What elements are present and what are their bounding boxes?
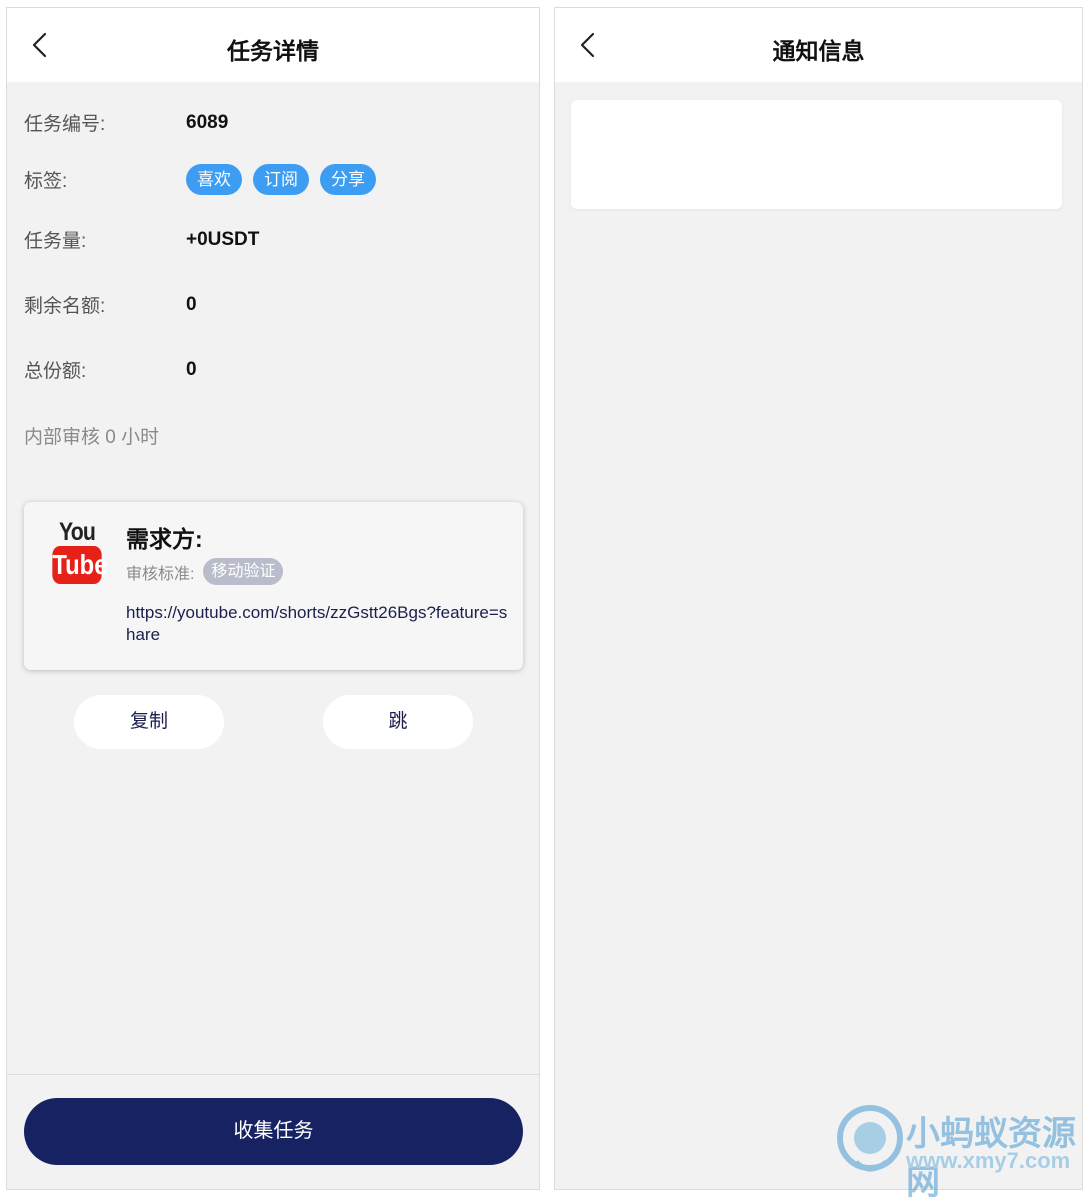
review-note: 内部审核 0 小时 <box>24 427 160 448</box>
youtube-logo: You Tube <box>46 518 108 584</box>
requester-card: You Tube 需求方: 审核标准: 移动验证 https://youtube… <box>24 502 523 670</box>
task-detail-screen: 任务详情 任务编号: 6089 标签: 喜欢 订阅 分享 任务量: +0USDT… <box>6 7 540 1190</box>
tag-like: 喜欢 <box>186 164 242 195</box>
page-title: 任务详情 <box>227 38 319 64</box>
total-label: 总份额: <box>24 361 87 382</box>
task-amount-row: 任务量: +0USDT <box>24 226 259 253</box>
total-row: 总份额: 0 <box>24 356 197 383</box>
youtube-logo-tube: Tube <box>52 546 107 584</box>
task-link[interactable]: https://youtube.com/shorts/zzGstt26Bgs?f… <box>126 602 510 646</box>
page-title: 通知信息 <box>772 38 865 64</box>
review-standard-label: 审核标准: <box>126 565 195 583</box>
review-standard: 审核标准: 移动验证 <box>126 558 284 585</box>
tags-label: 标签: <box>24 171 68 192</box>
task-id-value: 6089 <box>186 111 229 133</box>
copy-button[interactable]: 复制 <box>74 695 224 749</box>
tag-list: 喜欢 订阅 分享 <box>186 164 376 195</box>
notification-screen: 通知信息 <box>554 7 1083 1190</box>
task-amount-label: 任务量: <box>24 231 87 252</box>
tag-subscribe: 订阅 <box>253 164 309 195</box>
task-id-label: 任务编号: <box>24 114 106 135</box>
tags-row: 标签: 喜欢 订阅 分享 <box>24 164 376 195</box>
watermark-url: www.xmy7.com <box>906 1148 1071 1173</box>
notification-header: 通知信息 <box>555 8 1082 82</box>
task-id-row: 任务编号: 6089 <box>24 109 228 136</box>
footer-divider <box>7 1074 539 1075</box>
jump-button[interactable]: 跳 <box>323 695 473 749</box>
remaining-label: 剩余名额: <box>24 296 106 317</box>
requester-title: 需求方: <box>126 526 203 552</box>
watermark-logo-icon <box>837 1105 903 1172</box>
remaining-row: 剩余名额: 0 <box>24 291 197 318</box>
task-amount-value: +0USDT <box>186 228 260 250</box>
youtube-logo-you: You <box>58 518 96 546</box>
total-value: 0 <box>186 358 197 380</box>
remaining-value: 0 <box>186 293 197 315</box>
watermark: 小蚂蚁资源网 www.xmy7.com <box>834 1102 1088 1202</box>
notification-card <box>571 100 1062 209</box>
task-detail-header: 任务详情 <box>7 8 539 82</box>
review-standard-badge: 移动验证 <box>203 558 284 585</box>
tag-share: 分享 <box>320 164 376 195</box>
collect-task-button[interactable]: 收集任务 <box>24 1098 523 1165</box>
